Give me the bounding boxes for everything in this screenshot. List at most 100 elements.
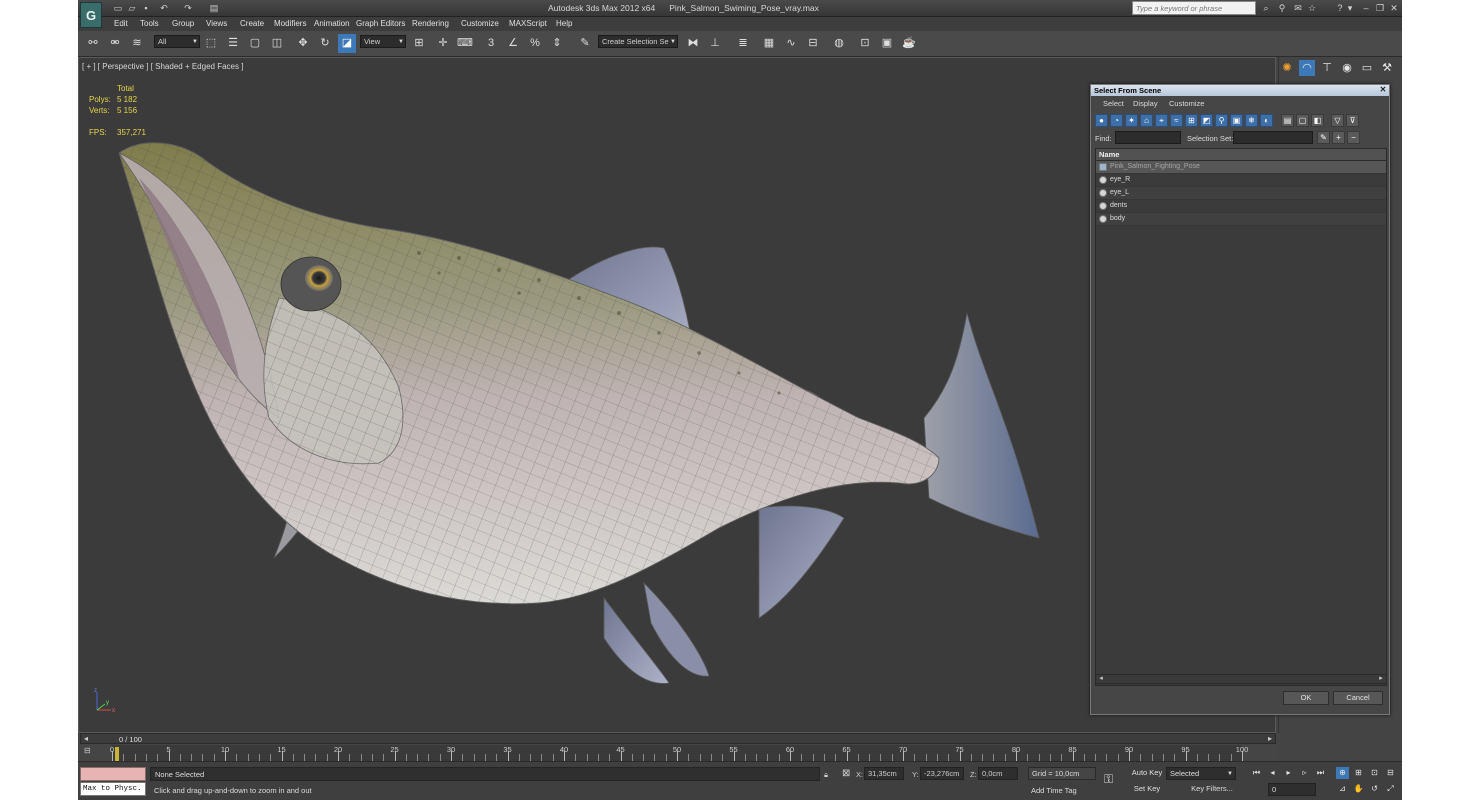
scale-icon[interactable]: ◪ — [338, 34, 356, 53]
new-file-icon[interactable]: ▭ — [112, 2, 124, 14]
render-setup-icon[interactable]: ⊡ — [856, 34, 874, 53]
percent-snap-icon[interactable]: % — [526, 34, 544, 53]
zoom-icon[interactable]: ⊕ — [1336, 767, 1349, 779]
menu-help[interactable]: Help — [556, 19, 572, 28]
key-selection-dropdown[interactable]: Selected — [1166, 767, 1236, 780]
save-file-icon[interactable]: ▪ — [140, 2, 152, 14]
pan-icon[interactable]: ✋ — [1352, 783, 1365, 795]
filter-spacewarps-icon[interactable]: ≈ — [1170, 114, 1183, 127]
reference-coordinate-dropdown[interactable]: View — [360, 35, 406, 48]
display-tab-icon[interactable]: ▭ — [1359, 60, 1375, 76]
mirror-icon[interactable]: ⧓ — [684, 34, 702, 53]
filter-hidden-icon[interactable]: ◐ — [1260, 114, 1273, 127]
menu-customize[interactable]: Customize — [461, 19, 499, 28]
schematic-view-icon[interactable]: ⊟ — [804, 34, 822, 53]
field-of-view-icon[interactable]: ⊿ — [1336, 783, 1349, 795]
ok-button[interactable]: OK — [1283, 691, 1329, 705]
project-folder-icon[interactable]: ▤ — [208, 2, 220, 14]
select-manipulate-icon[interactable]: ✛ — [434, 34, 452, 53]
select-all-icon[interactable]: ▤ — [1281, 114, 1294, 127]
list-item[interactable]: dents — [1096, 200, 1386, 213]
selection-filter-dropdown[interactable]: All — [154, 35, 200, 48]
graphite-ribbon-icon[interactable]: ▦ — [760, 34, 778, 53]
curve-editor-icon[interactable]: ∿ — [782, 34, 800, 53]
menu-rendering[interactable]: Rendering — [412, 19, 449, 28]
maxscript-mini-listener[interactable]: Max to Physc. — [80, 782, 146, 796]
time-slider-next-icon[interactable]: ▸ — [1268, 734, 1272, 743]
list-item[interactable]: body — [1096, 213, 1386, 226]
horizontal-scrollbar[interactable]: ◂ ▸ — [1095, 674, 1387, 684]
rect-region-icon[interactable]: ▢ — [246, 34, 264, 53]
zoom-extents-icon[interactable]: ⊡ — [1368, 767, 1381, 779]
redo-icon[interactable]: ↷ — [182, 2, 194, 14]
list-item[interactable]: Pink_Salmon_Fighting_Pose — [1096, 161, 1386, 174]
named-selection-sets-dropdown[interactable]: Create Selection Se — [598, 35, 678, 48]
filter-cameras-icon[interactable]: ⌂ — [1140, 114, 1153, 127]
current-frame-marker[interactable] — [115, 747, 119, 761]
binoculars-icon[interactable]: ⌕ — [1260, 2, 1272, 14]
z-coordinate-field[interactable]: 0,0cm — [978, 767, 1018, 780]
filter-lights-icon[interactable]: ✦ — [1125, 114, 1138, 127]
search-input[interactable]: Type a keyword or phrase — [1132, 1, 1256, 15]
zoom-extents-all-icon[interactable]: ⊟ — [1384, 767, 1397, 779]
menu-animation[interactable]: Animation — [314, 19, 350, 28]
help-dropdown-icon[interactable]: ▾ — [1344, 2, 1356, 14]
layer-manager-icon[interactable]: ≣ — [734, 34, 752, 53]
favorites-icon[interactable]: ☆ — [1306, 2, 1318, 14]
key-filters-button[interactable]: Key Filters... — [1184, 783, 1240, 796]
selection-set-add-icon[interactable]: + — [1332, 131, 1345, 144]
selection-lock-icon[interactable]: 🔒︎ — [824, 770, 828, 780]
edit-named-selection-icon[interactable]: ✎ — [576, 34, 594, 53]
filter-groups-icon[interactable]: ⊞ — [1185, 114, 1198, 127]
create-tab-icon[interactable]: ✺ — [1279, 60, 1295, 76]
rotate-icon[interactable]: ↻ — [316, 34, 334, 53]
scene-object-list[interactable]: Name Pink_Salmon_Fighting_Pose eye_R eye… — [1095, 148, 1387, 686]
filter-bones-icon[interactable]: ⚲ — [1215, 114, 1228, 127]
filter-options-icon[interactable]: ▽ — [1331, 114, 1344, 127]
filter-xrefs-icon[interactable]: ◩ — [1200, 114, 1213, 127]
menu-group[interactable]: Group — [172, 19, 194, 28]
keyboard-shortcut-override-icon[interactable]: ⌨ — [456, 34, 474, 53]
restore-icon[interactable]: ❐ — [1374, 2, 1386, 14]
dialog-menu-select[interactable]: Select — [1103, 99, 1124, 108]
filter-geometry-icon[interactable]: ● — [1095, 114, 1108, 127]
next-frame-icon[interactable]: ▹ — [1298, 767, 1311, 779]
communication-icon[interactable]: ✉ — [1292, 2, 1304, 14]
motion-tab-icon[interactable]: ◉ — [1339, 60, 1355, 76]
render-production-icon[interactable]: ☕ — [900, 34, 918, 53]
find-input[interactable] — [1115, 131, 1181, 144]
unlink-icon[interactable]: ⚮ — [106, 34, 124, 53]
dialog-title-bar[interactable]: Select From Scene ✕ — [1091, 85, 1389, 96]
go-to-end-icon[interactable]: ⏭ — [1314, 767, 1327, 779]
add-time-tag-button[interactable]: Add Time Tag — [1028, 784, 1096, 797]
window-crossing-icon[interactable]: ◫ — [268, 34, 286, 53]
snaps-toggle-icon[interactable]: 3 — [482, 34, 500, 53]
play-icon[interactable]: ▸ — [1282, 767, 1295, 779]
subscription-icon[interactable]: ⚲ — [1276, 2, 1288, 14]
filter-containers-icon[interactable]: ▣ — [1230, 114, 1243, 127]
zoom-all-icon[interactable]: ⊞ — [1352, 767, 1365, 779]
column-header-name[interactable]: Name — [1096, 149, 1386, 161]
minimize-icon[interactable]: – — [1360, 2, 1372, 14]
modify-tab-icon[interactable]: ◠ — [1299, 60, 1315, 76]
hierarchy-tab-icon[interactable]: ⊤ — [1319, 60, 1335, 76]
maxscript-listener-output[interactable] — [80, 767, 146, 781]
orbit-icon[interactable]: ↺ — [1368, 783, 1381, 795]
cancel-button[interactable]: Cancel — [1333, 691, 1383, 705]
move-icon[interactable]: ✥ — [294, 34, 312, 53]
angle-snap-icon[interactable]: ∠ — [504, 34, 522, 53]
utilities-tab-icon[interactable]: ⚒ — [1379, 60, 1395, 76]
set-key-button[interactable]: Set Key — [1130, 783, 1164, 796]
track-bar[interactable]: 0 5 10 15 20 25 30 35 40 45 50 55 60 65 70 75 80 85 90 95 10… — [110, 745, 1248, 761]
filter-helpers-icon[interactable]: ⌖ — [1155, 114, 1168, 127]
pivot-center-icon[interactable]: ⊞ — [410, 34, 428, 53]
align-icon[interactable]: ⊥ — [706, 34, 724, 53]
filter-toggle-icon[interactable]: ⊽ — [1346, 114, 1359, 127]
menu-graph-editors[interactable]: Graph Editors — [356, 19, 405, 28]
bind-space-warp-icon[interactable]: ≋ — [128, 34, 146, 53]
time-slider[interactable]: ◂ 0 / 100 ▸ — [80, 733, 1276, 744]
spinner-snap-icon[interactable]: ⇕ — [548, 34, 566, 53]
rendered-frame-window-icon[interactable]: ▣ — [878, 34, 896, 53]
app-logo[interactable]: G — [80, 2, 102, 28]
viewport-label[interactable]: [ + ] [ Perspective ] [ Shaded + Edged F… — [82, 62, 243, 71]
